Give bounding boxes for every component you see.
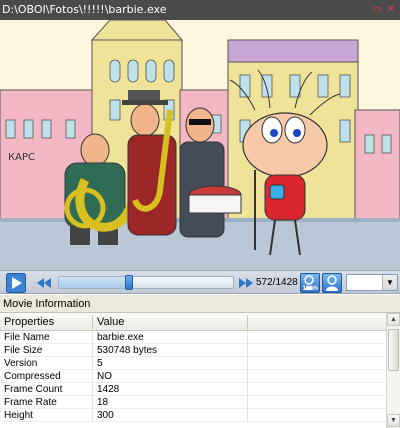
scroll-up-icon[interactable]: ▲ — [387, 313, 400, 326]
table-row[interactable]: Version 5 — [0, 357, 386, 370]
cell-divider — [247, 331, 248, 344]
property-name: Frame Count — [4, 384, 63, 395]
seek-progress — [59, 277, 129, 288]
column-header-value[interactable]: Value — [97, 316, 124, 328]
chevron-down-icon[interactable]: ▼ — [382, 275, 397, 290]
seek-bar[interactable] — [58, 275, 234, 290]
property-value: 5 — [97, 358, 103, 369]
title-bar: D:\OBOI\Fotos\!!!!!\barbie.exe ▭ ✕ — [0, 0, 400, 20]
table-row[interactable]: Height 300 — [0, 409, 386, 422]
property-value: 530748 bytes — [97, 345, 158, 356]
minimize-icon[interactable]: ▭ — [372, 5, 382, 15]
rewind-icon — [37, 278, 51, 288]
property-value: 300 — [97, 410, 114, 421]
cell-divider — [247, 396, 248, 409]
fullscreen-icon — [326, 275, 338, 291]
table-row[interactable]: File Size 530748 bytes — [0, 344, 386, 357]
cell-divider — [92, 357, 93, 370]
cartoon-scene: КАРС — [0, 20, 400, 270]
properties-grid: Properties Value File Name barbie.exe File… — [0, 313, 400, 428]
window-title: D:\OBOI\Fotos\!!!!!\barbie.exe — [2, 3, 167, 16]
scroll-down-icon[interactable]: ▼ — [387, 414, 400, 427]
cell-divider — [92, 370, 93, 383]
property-name: File Size — [4, 345, 43, 356]
movie-info-header: Movie Information — [0, 295, 400, 313]
close-icon[interactable]: ✕ — [386, 5, 396, 15]
table-row[interactable]: File Name barbie.exe — [0, 331, 386, 344]
property-value: 1428 — [97, 384, 120, 395]
property-name: Frame Rate — [4, 397, 57, 408]
property-name: Version — [4, 358, 38, 369]
zoom-100-button[interactable]: 100% — [300, 273, 320, 293]
cell-divider — [92, 396, 93, 409]
player-controls: 572/1428 100% ▼ — [0, 270, 400, 294]
property-value: barbie.exe — [97, 332, 144, 343]
rewind-button[interactable] — [34, 273, 54, 293]
table-row[interactable]: Frame Rate 18 — [0, 396, 386, 409]
cell-divider — [247, 344, 248, 357]
grid-header: Properties Value — [0, 313, 386, 331]
scroll-thumb[interactable] — [388, 329, 399, 371]
fast-forward-icon — [239, 278, 253, 288]
vertical-scrollbar[interactable]: ▲ ▼ — [386, 313, 400, 428]
grid-rows: File Name barbie.exe File Size 530748 bytes… — [0, 331, 386, 422]
column-divider[interactable] — [92, 315, 93, 329]
play-button[interactable] — [6, 273, 26, 293]
cell-divider — [92, 383, 93, 396]
fullscreen-button[interactable] — [322, 273, 342, 293]
frame-counter: 572/1428 — [256, 277, 298, 288]
cell-divider — [92, 331, 93, 344]
cell-divider — [247, 383, 248, 396]
property-name: File Name — [4, 332, 50, 343]
forward-button[interactable] — [236, 273, 256, 293]
cell-divider — [92, 409, 93, 422]
cell-divider — [247, 370, 248, 383]
zoom-select[interactable]: ▼ — [346, 274, 398, 291]
video-frame: КАРС — [0, 20, 400, 270]
play-icon — [6, 273, 26, 293]
cell-divider — [247, 357, 248, 370]
property-name: Height — [4, 410, 33, 421]
zoom-label: 100% — [302, 286, 318, 292]
table-row[interactable]: Compressed NO — [0, 370, 386, 383]
column-header-properties[interactable]: Properties — [4, 316, 54, 328]
property-value: 18 — [97, 397, 109, 408]
shop-sign: КАРС — [8, 152, 35, 163]
panel-title: Movie Information — [3, 298, 91, 310]
column-divider[interactable] — [247, 315, 248, 329]
table-row[interactable]: Frame Count 1428 — [0, 383, 386, 396]
property-value: NO — [97, 371, 112, 382]
seek-thumb[interactable] — [125, 275, 133, 290]
cell-divider — [92, 344, 93, 357]
cell-divider — [247, 409, 248, 422]
property-name: Compressed — [4, 371, 61, 382]
